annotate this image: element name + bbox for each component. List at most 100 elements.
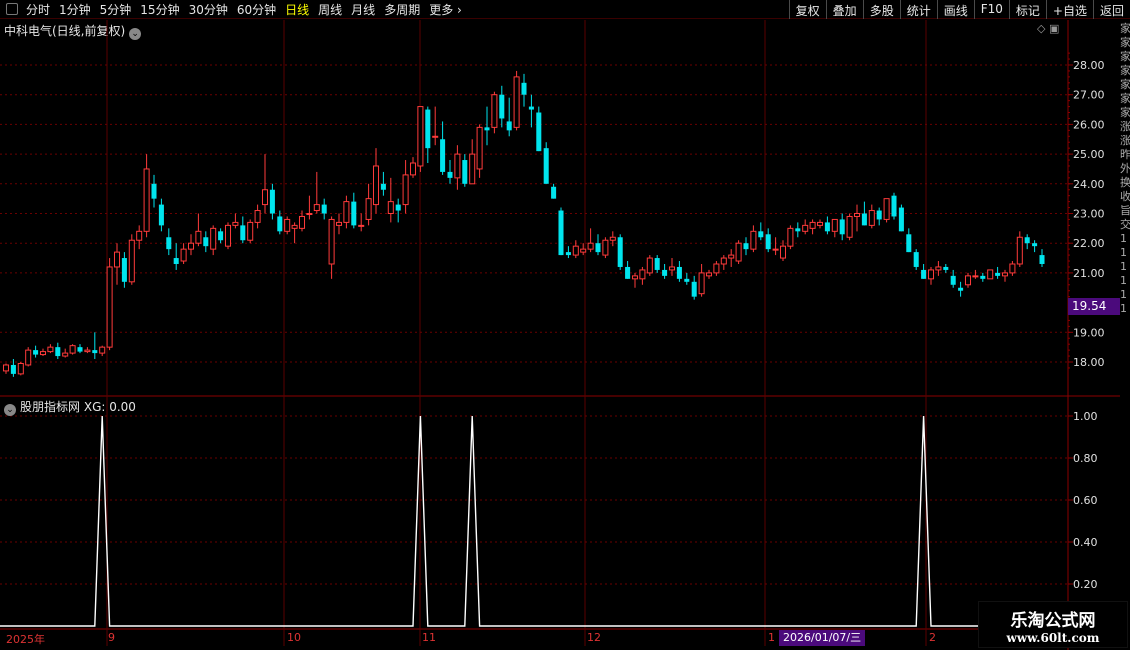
candle-body-up bbox=[343, 201, 350, 223]
watermark-url: www.60lt.com bbox=[1006, 631, 1100, 645]
candle-body-up bbox=[491, 94, 498, 128]
candle-body-down bbox=[351, 201, 357, 226]
candle-body-down bbox=[1039, 255, 1045, 264]
candle-body-down bbox=[33, 350, 39, 355]
candle-body-up bbox=[831, 218, 838, 232]
candle-body-up bbox=[713, 263, 720, 274]
candle-body-up bbox=[868, 210, 875, 226]
side-panel-glyph: 家 bbox=[1120, 78, 1130, 91]
price-tick-label: 19.00 bbox=[1073, 326, 1105, 339]
candle-body-down bbox=[921, 269, 927, 279]
side-panel-glyph: 1 bbox=[1120, 302, 1127, 315]
side-panel-glyph: 家 bbox=[1120, 64, 1130, 77]
candle-body-up bbox=[306, 213, 313, 215]
side-panel-glyph: 家 bbox=[1120, 106, 1130, 119]
side-panel-glyph: 涨 bbox=[1120, 134, 1130, 147]
candle-body-down bbox=[684, 278, 690, 282]
candle-body-up bbox=[254, 210, 261, 223]
candle-body-down bbox=[861, 213, 867, 226]
candle-body-up bbox=[816, 221, 824, 226]
candle-body-up bbox=[883, 198, 890, 220]
indicator-title[interactable]: ⌄ 股朋指标网 XG: 0.00 bbox=[4, 398, 136, 416]
candle-body-down bbox=[10, 364, 16, 374]
candle-body-up bbox=[1009, 263, 1016, 274]
candle-body-down bbox=[565, 252, 571, 256]
candle-body-down bbox=[558, 210, 564, 256]
side-panel-glyph: 1 bbox=[1120, 274, 1127, 287]
candle-body-down bbox=[839, 219, 845, 235]
candle-body-up bbox=[247, 221, 254, 241]
price-tick-label: 26.00 bbox=[1073, 118, 1105, 131]
candle-body-down bbox=[521, 82, 527, 95]
candle-body-down bbox=[551, 186, 557, 199]
side-panel-glyph: 外 bbox=[1120, 162, 1130, 175]
candle-body-down bbox=[765, 234, 771, 250]
candle-body-up bbox=[572, 245, 579, 256]
candle-body-down bbox=[440, 139, 446, 172]
side-panel-glyph: 涨 bbox=[1120, 120, 1130, 133]
candle-body-up bbox=[224, 224, 232, 247]
side-panel-glyph: 旨 bbox=[1120, 204, 1130, 217]
candle-body-up bbox=[402, 174, 409, 206]
candle-body-up bbox=[728, 254, 735, 259]
candle-body-down bbox=[499, 94, 505, 119]
candle-body-down bbox=[824, 222, 830, 232]
candle-body-down bbox=[898, 207, 904, 232]
x-label-month: 9 bbox=[108, 631, 115, 644]
candle-body-up bbox=[587, 242, 594, 250]
indicator-name: 股朋指标网 bbox=[20, 400, 81, 414]
side-panel-glyph: 家 bbox=[1120, 36, 1130, 49]
chevron-down-icon[interactable]: ⌄ bbox=[4, 404, 16, 416]
candle-body-up bbox=[417, 106, 424, 167]
candle-body-down bbox=[158, 204, 164, 226]
candle-body-down bbox=[676, 266, 682, 279]
side-panel-glyph: 家 bbox=[1120, 50, 1130, 63]
candle-body-down bbox=[1032, 243, 1038, 247]
candle-body-up bbox=[106, 266, 113, 348]
candle-body-up bbox=[113, 251, 121, 268]
side-panel-glyph: 交 bbox=[1120, 218, 1130, 231]
chart-canvas[interactable]: 28.0027.0026.0025.0024.0023.0022.0021.00… bbox=[0, 0, 1130, 650]
candle-body-up bbox=[372, 165, 380, 206]
candle-body-up bbox=[720, 257, 727, 265]
x-label-month: 12 bbox=[587, 631, 601, 644]
side-panel-glyph: 1 bbox=[1120, 246, 1127, 259]
candle-body-up bbox=[39, 351, 47, 356]
price-tick-label: 21.00 bbox=[1073, 267, 1105, 280]
watermark: 乐淘公式网 www.60lt.com bbox=[978, 601, 1128, 648]
candle-body-up bbox=[705, 272, 713, 277]
candle-body-up bbox=[187, 242, 195, 250]
candle-body-down bbox=[92, 350, 98, 354]
candle-body-down bbox=[528, 106, 534, 110]
candle-body-up bbox=[476, 126, 483, 170]
candle-body-up bbox=[802, 224, 809, 232]
candle-body-up bbox=[99, 346, 106, 354]
candle-body-down bbox=[595, 243, 601, 253]
candle-body-up bbox=[17, 362, 24, 375]
candle-body-up bbox=[291, 224, 298, 229]
candle-body-down bbox=[166, 237, 172, 250]
candle-body-up bbox=[809, 221, 816, 229]
candle-body-up bbox=[602, 239, 609, 256]
candle-body-up bbox=[298, 215, 306, 229]
candle-body-down bbox=[958, 287, 964, 291]
candle-body-up bbox=[580, 248, 587, 253]
candle-body-up bbox=[469, 153, 476, 185]
candle-body-down bbox=[173, 258, 179, 264]
candle-body-up bbox=[62, 352, 69, 357]
candle-body-down bbox=[536, 112, 542, 152]
x-label-month: 1 bbox=[768, 631, 775, 644]
candle-body-down bbox=[395, 204, 401, 211]
candle-body-up bbox=[328, 218, 335, 265]
candle-body-up bbox=[779, 245, 787, 259]
side-panel-edge: 家家家家家家家涨涨昨外换收旨交111111 bbox=[1120, 22, 1130, 642]
candle-body-down bbox=[240, 225, 246, 241]
candle-body-up bbox=[47, 346, 54, 353]
candle-body-down bbox=[950, 275, 956, 285]
candle-body-down bbox=[625, 266, 631, 279]
price-tick-label: 28.00 bbox=[1073, 59, 1105, 72]
candle-body-up bbox=[128, 239, 135, 283]
candle-body-down bbox=[151, 183, 157, 199]
candle-body-down bbox=[691, 281, 697, 297]
indicator-tick-label: 0.80 bbox=[1073, 452, 1098, 465]
